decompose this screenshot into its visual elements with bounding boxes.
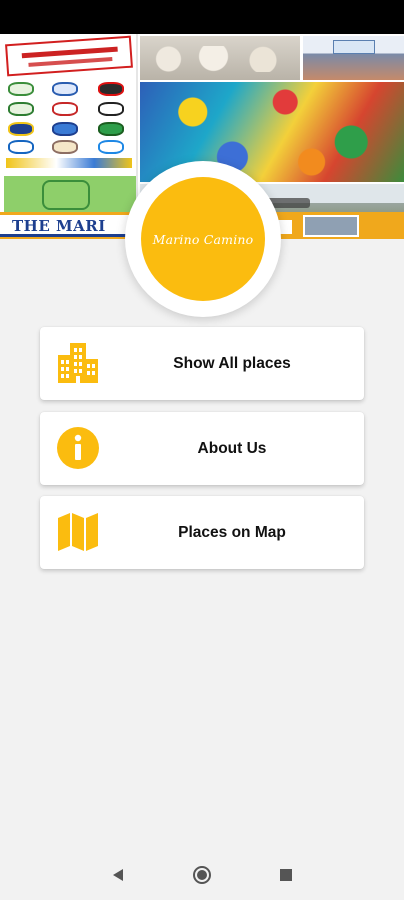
club-crest <box>52 122 78 136</box>
club-crest <box>8 82 34 96</box>
club-crest <box>52 82 78 96</box>
building-icon <box>56 341 100 385</box>
info-icon <box>56 426 100 470</box>
menu-label: Show All places <box>173 354 291 372</box>
club-crest <box>8 122 34 136</box>
club-crest <box>52 102 78 116</box>
show-all-places-button[interactable]: Show All places <box>40 327 364 400</box>
header-banner-text: THE MARI <box>12 217 106 235</box>
places-on-map-button[interactable]: Places on Map <box>40 496 364 569</box>
home-icon <box>192 865 212 890</box>
club-crest <box>8 102 34 116</box>
map-icon <box>56 510 100 554</box>
back-icon <box>111 868 125 887</box>
photo-crowd <box>303 36 404 80</box>
recents-button[interactable] <box>256 854 316 900</box>
club-crest <box>52 140 78 154</box>
system-navigation-bar <box>0 854 404 900</box>
back-button[interactable] <box>88 854 148 900</box>
about-us-button[interactable]: About Us <box>40 412 364 485</box>
club-crest <box>98 140 124 154</box>
menu-label: Places on Map <box>178 523 286 541</box>
flyer-strip <box>6 158 132 168</box>
header-band-thumbnail <box>303 215 359 237</box>
club-crest <box>8 140 34 154</box>
club-crest <box>98 122 124 136</box>
app-logo: Marino Camino <box>141 177 265 301</box>
home-button[interactable] <box>172 854 232 900</box>
flyer-banner <box>5 35 133 77</box>
club-crest <box>98 82 124 96</box>
logo-text: Marino Camino <box>152 231 254 247</box>
club-crest <box>98 102 124 116</box>
photo-bread <box>140 36 300 80</box>
recents-icon <box>280 868 292 886</box>
event-flyer-image <box>0 34 138 214</box>
flyer-footer <box>4 176 136 212</box>
status-bar <box>0 0 404 34</box>
menu-label: About Us <box>197 439 267 457</box>
